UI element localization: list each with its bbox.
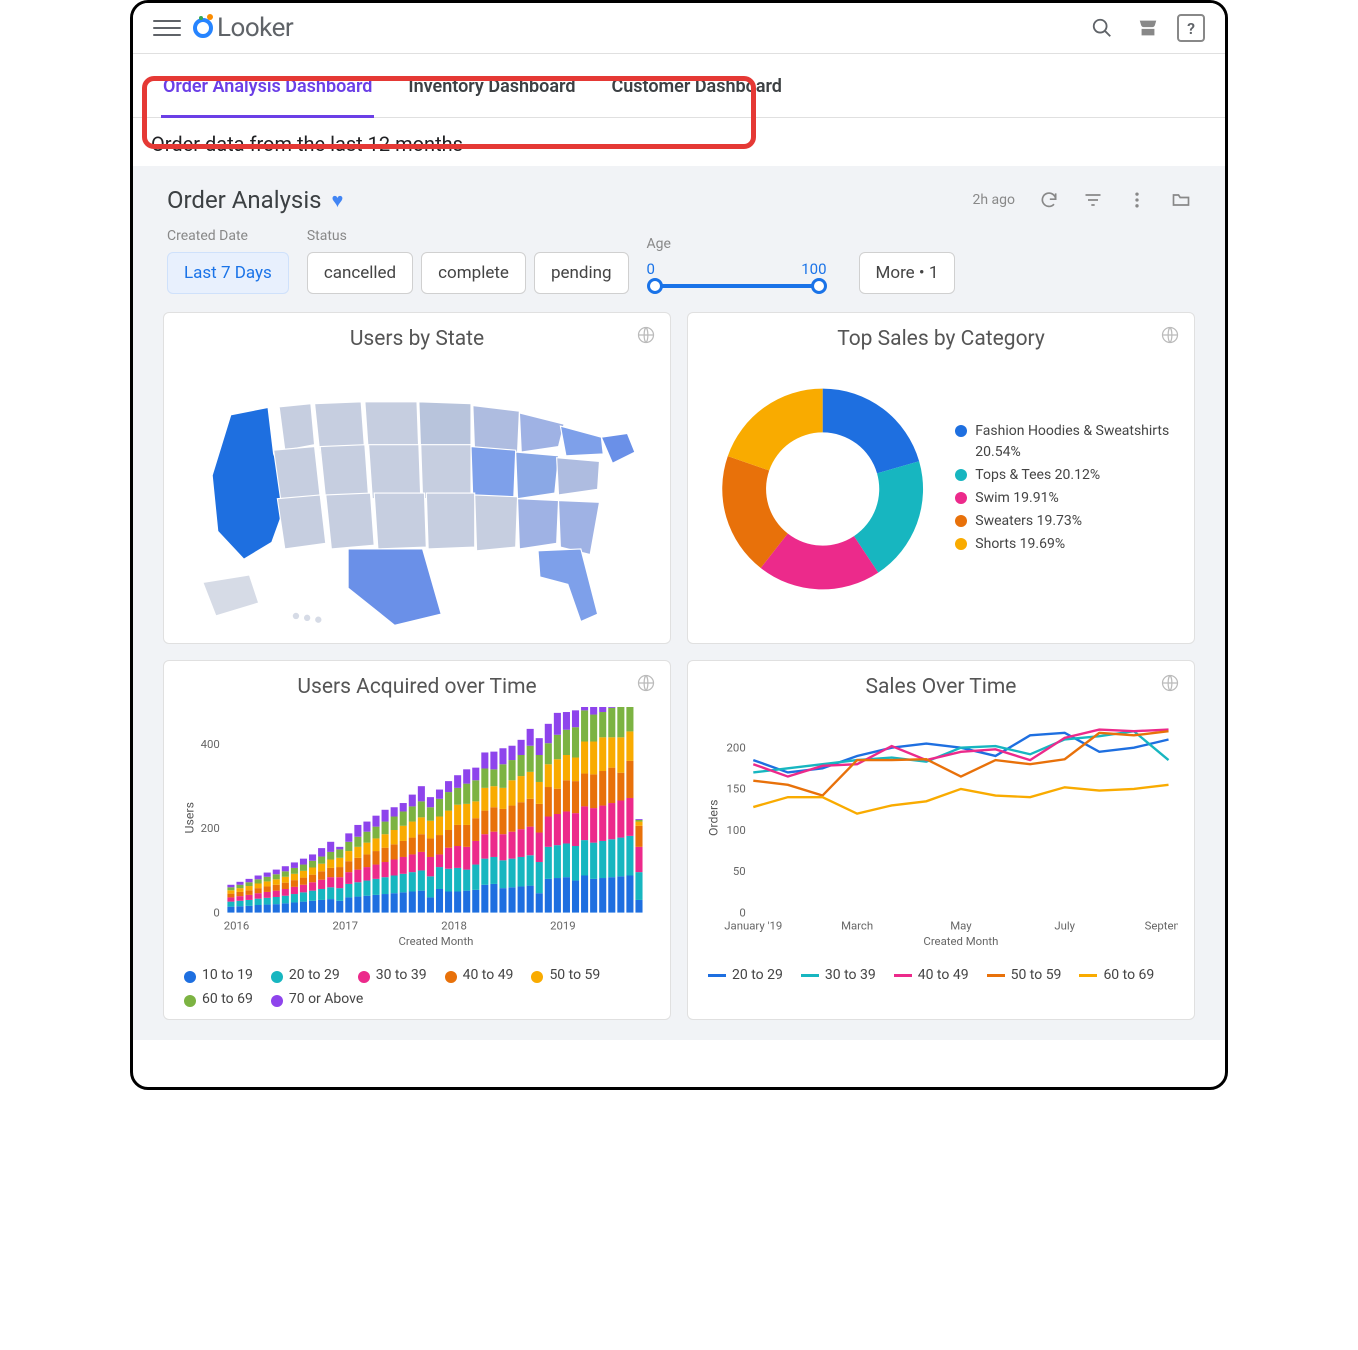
filter-status-complete[interactable]: complete (421, 252, 526, 294)
tile-title: Sales Over Time (704, 675, 1178, 699)
svg-text:0: 0 (213, 905, 219, 919)
svg-text:400: 400 (201, 737, 220, 751)
kebab-menu-icon[interactable] (1127, 190, 1147, 210)
logo-ring-icon (193, 18, 213, 38)
filter-created-date[interactable]: Last 7 Days (167, 252, 289, 294)
board-tabs: Order Analysis Dashboard Inventory Dashb… (133, 54, 1225, 118)
legend-item: Shorts 19.69% (955, 534, 1178, 555)
filter-status-cancelled[interactable]: cancelled (307, 252, 413, 294)
legend-item: 20 to 29 (708, 967, 783, 983)
board-description: Order data from the last 12 months (133, 118, 1225, 166)
explore-icon[interactable] (636, 673, 656, 697)
filters-row: Created Date Last 7 Days Status cancelle… (133, 218, 1225, 312)
stacked-bar-chart: 0 200 400 Users 2016 2017 2018 2019 Created Mont… (180, 707, 654, 957)
tab-inventory[interactable]: Inventory Dashboard (406, 62, 577, 111)
legend-item: 70 or Above (271, 991, 363, 1007)
svg-text:Orders: Orders (707, 800, 721, 837)
svg-text:2017: 2017 (333, 919, 359, 933)
svg-text:200: 200 (727, 741, 746, 755)
tab-order-analysis[interactable]: Order Analysis Dashboard (161, 62, 374, 111)
filter-label-status: Status (307, 228, 629, 244)
marketplace-icon[interactable] (1131, 11, 1165, 45)
filter-label-created-date: Created Date (167, 228, 289, 244)
svg-text:100: 100 (727, 823, 746, 837)
svg-text:200: 200 (201, 821, 220, 835)
age-min: 0 (647, 260, 655, 278)
filter-more[interactable]: More • 1 (859, 252, 956, 294)
legend-item: 40 to 49 (894, 967, 969, 983)
tile-top-sales[interactable]: Top Sales by Category Fashion Hoodies & … (687, 312, 1195, 644)
legend-item: Sweaters 19.73% (955, 511, 1178, 532)
svg-text:Septem...: Septem... (1145, 919, 1178, 933)
app-name: Looker (217, 13, 293, 43)
us-map (180, 359, 654, 629)
donut-legend: Fashion Hoodies & Sweatshirts 20.54%Tops… (955, 421, 1178, 557)
help-icon[interactable]: ? (1177, 14, 1205, 42)
svg-text:Created Month: Created Month (398, 934, 473, 948)
folder-icon[interactable] (1171, 190, 1191, 210)
legend-item: 60 to 69 (184, 991, 253, 1007)
legend-item: 50 to 59 (987, 967, 1062, 983)
explore-icon[interactable] (636, 325, 656, 349)
legend-item: Tops & Tees 20.12% (955, 465, 1178, 486)
svg-text:July: July (1054, 919, 1075, 933)
bar-legend: 10 to 19 20 to 29 30 to 39 40 to 49 50 to 59… (180, 961, 654, 1009)
legend-item: 10 to 19 (184, 967, 253, 983)
legend-item: Fashion Hoodies & Sweatshirts 20.54% (955, 421, 1178, 463)
svg-text:50: 50 (733, 864, 746, 878)
legend-item: 20 to 29 (271, 967, 340, 983)
app-logo[interactable]: Looker (193, 13, 293, 43)
legend-item: Swim 19.91% (955, 488, 1178, 509)
svg-text:March: March (841, 919, 873, 933)
legend-item: 50 to 59 (531, 967, 600, 983)
svg-text:2018: 2018 (441, 919, 467, 933)
age-slider[interactable]: 0 100 (647, 260, 827, 288)
menu-icon[interactable] (153, 14, 181, 42)
tile-users-by-state[interactable]: Users by State (163, 312, 671, 644)
filter-status-pending[interactable]: pending (534, 252, 629, 294)
favorite-icon[interactable]: ♥ (332, 188, 344, 213)
line-chart: 0 50 100 150 200 Orders January '19 March May Jul… (704, 707, 1178, 957)
legend-item: 60 to 69 (1079, 967, 1154, 983)
tile-title: Users Acquired over Time (180, 675, 654, 699)
tile-title: Users by State (180, 327, 654, 351)
svg-text:2019: 2019 (550, 919, 576, 933)
dashboard-header: Order Analysis ♥ 2h ago (133, 178, 1225, 218)
legend-item: 30 to 39 (801, 967, 876, 983)
last-updated: 2h ago (972, 192, 1015, 208)
tiles-grid: Users by State (133, 312, 1225, 1040)
legend-item: 30 to 39 (358, 967, 427, 983)
donut-chart (704, 359, 941, 619)
svg-text:0: 0 (739, 905, 745, 919)
app-bar: Looker ? (133, 3, 1225, 54)
svg-text:Created Month: Created Month (923, 934, 998, 948)
dashboard-title: Order Analysis (167, 186, 322, 214)
explore-icon[interactable] (1160, 673, 1180, 697)
svg-text:2016: 2016 (224, 919, 250, 933)
dashboard-area: Order Analysis ♥ 2h ago Created Date Las… (133, 166, 1225, 1040)
line-legend: 20 to 29 30 to 39 40 to 49 50 to 59 60 to 69 (704, 961, 1178, 983)
filter-icon[interactable] (1083, 190, 1103, 210)
explore-icon[interactable] (1160, 325, 1180, 349)
tile-sales-over-time[interactable]: Sales Over Time 0 50 100 150 200 Orders Januar… (687, 660, 1195, 1020)
svg-text:Users: Users (183, 802, 197, 833)
svg-text:January '19: January '19 (724, 919, 782, 933)
refresh-icon[interactable] (1039, 190, 1059, 210)
svg-text:May: May (950, 919, 972, 933)
tab-customer[interactable]: Customer Dashboard (609, 62, 783, 111)
svg-text:150: 150 (727, 782, 746, 796)
tile-users-acquired[interactable]: Users Acquired over Time 0 200 400 Users 201… (163, 660, 671, 1020)
search-icon[interactable] (1085, 11, 1119, 45)
legend-item: 40 to 49 (445, 967, 514, 983)
filter-label-age: Age (647, 236, 827, 252)
age-max: 100 (801, 260, 826, 278)
tile-title: Top Sales by Category (704, 327, 1178, 351)
